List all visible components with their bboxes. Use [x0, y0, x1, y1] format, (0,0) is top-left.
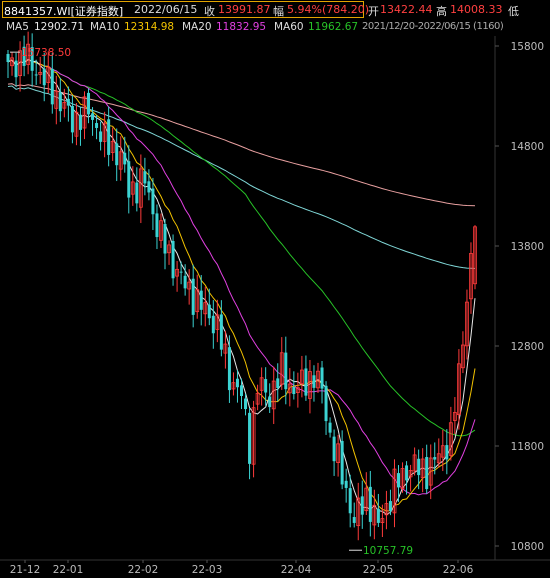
candle-down: [227, 347, 231, 391]
candle-down: [199, 290, 203, 310]
candle-down: [324, 385, 328, 422]
min-annotation: 10757.79: [363, 545, 413, 557]
y-tick-label: 11800: [511, 441, 544, 453]
candle-down: [405, 465, 409, 481]
candle-down: [344, 480, 348, 488]
candle-down: [91, 113, 95, 120]
candle-down: [264, 379, 268, 393]
candle-down: [397, 473, 401, 488]
candle-down: [123, 152, 127, 165]
candle-down: [219, 314, 223, 350]
candle-down: [360, 496, 364, 515]
y-tick-label: 10800: [511, 541, 544, 553]
candle-down: [417, 458, 421, 476]
candle-down: [433, 457, 437, 460]
candle-down: [151, 188, 155, 215]
candle-down: [70, 105, 74, 133]
candle-down: [34, 74, 38, 76]
candle-down: [127, 161, 131, 198]
candle-down: [143, 171, 147, 184]
candle-down: [179, 271, 183, 273]
candle-down: [368, 486, 372, 522]
candle-down: [147, 181, 151, 193]
candle-down: [284, 352, 288, 390]
candle-down: [425, 457, 429, 490]
candle-down: [376, 508, 380, 523]
x-tick-label: 22-03: [192, 564, 223, 576]
candle-down: [87, 92, 91, 115]
x-tick-label: 22-06: [443, 564, 474, 576]
candle-down: [328, 422, 332, 433]
candle-down: [235, 378, 239, 388]
x-tick-label: 22-04: [281, 564, 312, 576]
candle-down: [292, 386, 296, 395]
candle-down: [155, 213, 159, 238]
candle-down: [191, 278, 195, 315]
candle-down: [135, 182, 139, 204]
candle-down: [332, 436, 336, 462]
candle-down: [107, 119, 111, 155]
x-tick-label: 22-02: [128, 564, 159, 576]
candle-down: [171, 240, 175, 279]
candle-down: [352, 517, 356, 523]
candle-down: [99, 131, 103, 142]
candle-down: [445, 445, 449, 460]
y-tick-label: 13800: [511, 241, 544, 253]
candle-down: [320, 367, 324, 389]
candle-down: [312, 375, 316, 388]
candle-down: [388, 501, 392, 512]
candle-down: [248, 412, 252, 464]
candle-down: [58, 92, 62, 112]
candlestick-chart: 10800 11800 12800 13800 14800 15800 21-12 22-01…: [0, 31, 550, 576]
candle-down: [6, 54, 10, 62]
candle-down: [340, 440, 344, 485]
y-tick-label: 14800: [511, 141, 544, 153]
candle-down: [276, 378, 280, 389]
candle-down: [207, 304, 211, 319]
candle-down: [268, 396, 272, 408]
candle-down: [244, 398, 248, 410]
y-tick-label: 15800: [511, 41, 544, 53]
candle-down: [348, 488, 352, 514]
candle-down: [115, 143, 119, 166]
candle-down: [50, 68, 54, 105]
candle-down: [78, 114, 82, 130]
max-annotation: 15738.50: [21, 47, 71, 59]
x-tick-label: 22-01: [53, 564, 84, 576]
candle-down: [211, 315, 215, 334]
candle-down: [42, 68, 46, 86]
candle-down: [66, 98, 70, 106]
candle-down: [14, 60, 18, 78]
candle-down: [304, 368, 308, 396]
x-tick-label: 22-05: [363, 564, 394, 576]
candle-down: [95, 123, 99, 128]
candle-down: [163, 224, 167, 254]
ma250-line: [7, 83, 476, 207]
candle-down: [240, 385, 243, 396]
candle-down: [183, 275, 187, 289]
y-tick-label: 12800: [511, 341, 544, 353]
x-tick-label: 21-12: [10, 564, 41, 576]
